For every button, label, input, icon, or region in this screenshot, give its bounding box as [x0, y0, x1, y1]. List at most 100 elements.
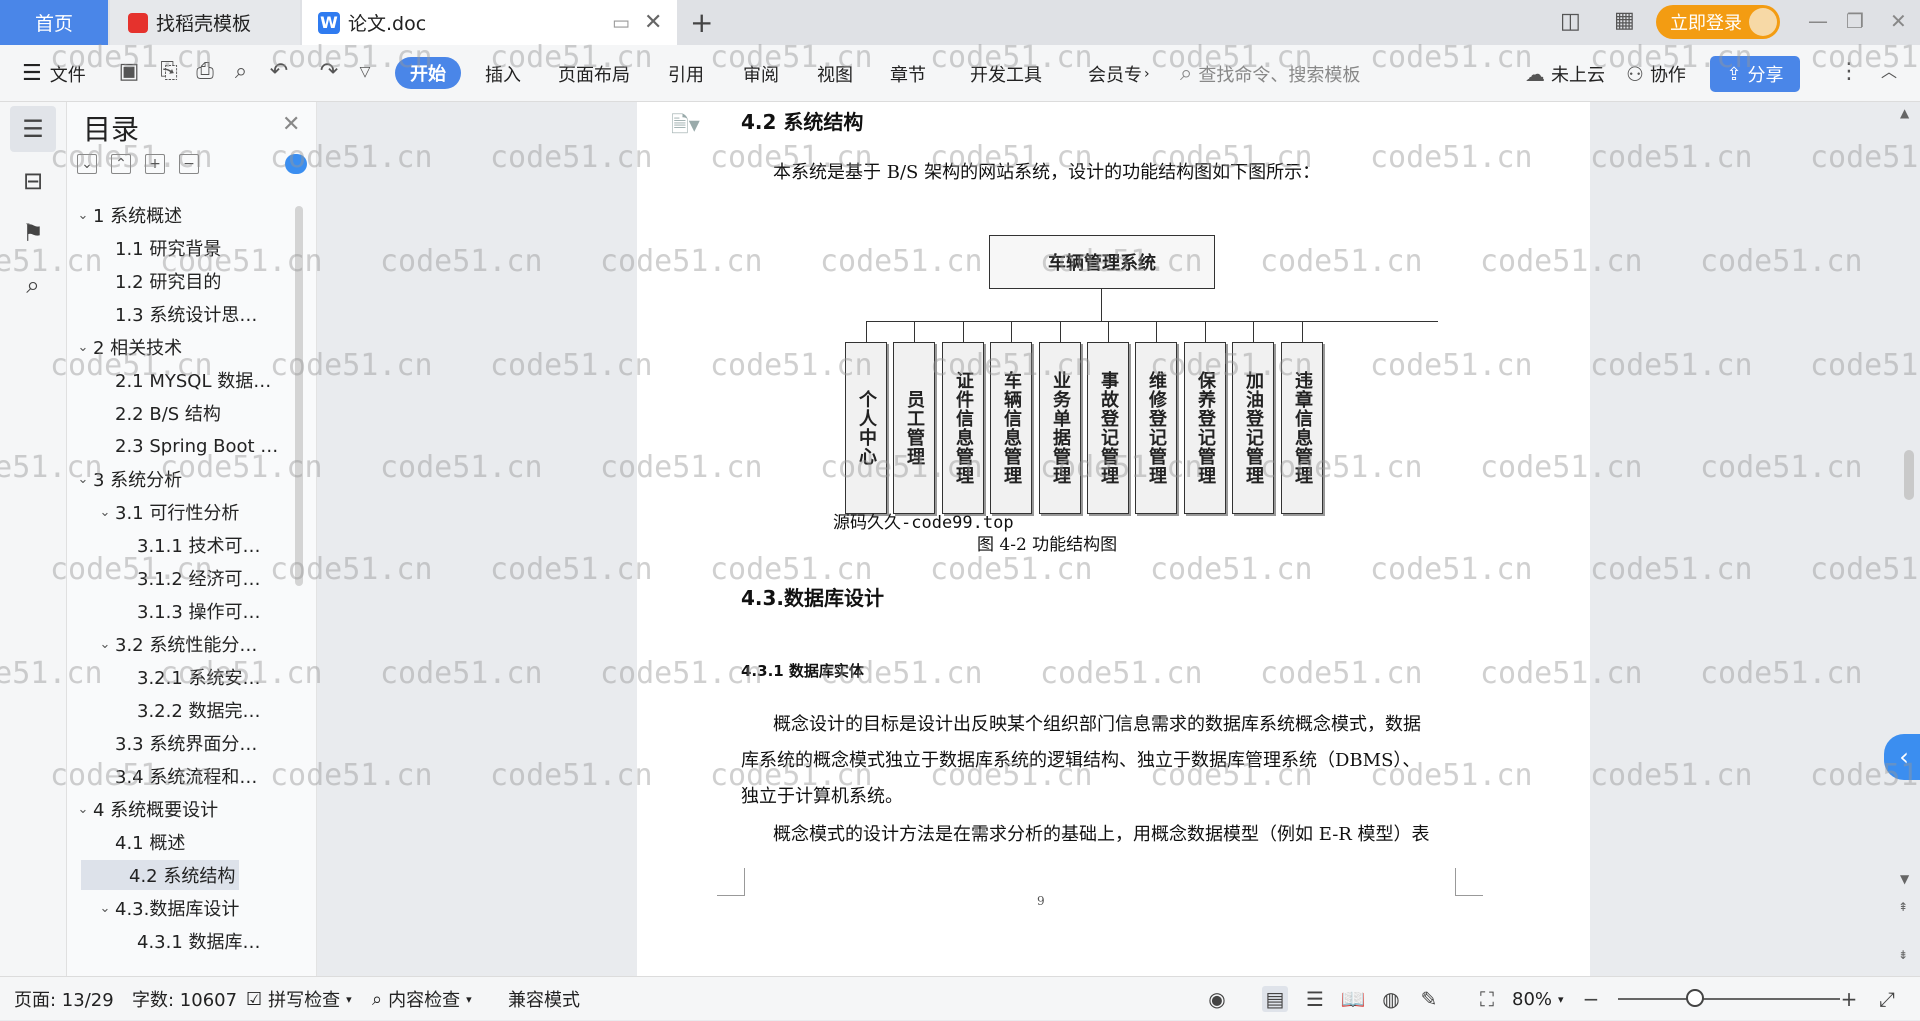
chevron-down-icon[interactable]: ⌄ [73, 208, 93, 223]
content-check-button[interactable]: ⌕ 内容检查 ▾ [372, 977, 472, 1021]
toc-item[interactable]: ⌄ 2 相关技术 [67, 332, 316, 362]
toc-item[interactable]: 4.1 概述 [67, 827, 316, 857]
toc-item[interactable]: 4.2 系统结构 [81, 860, 239, 890]
tab-chapter[interactable]: 章节 [890, 45, 926, 102]
print-preview-icon[interactable]: ⌕ [228, 59, 254, 85]
toc-item[interactable]: ⌄ 3.2 系统性能分… [67, 629, 316, 659]
spell-check-button[interactable]: ☑ 拼写检查 ▾ [246, 977, 352, 1021]
zoom-level[interactable]: 80% ▾ [1512, 977, 1564, 1021]
zoom-in-icon[interactable]: + [1836, 986, 1862, 1012]
collaborate-button[interactable]: ⚇ 协作 [1626, 45, 1686, 102]
page-indicator[interactable]: 页面: 13/29 [14, 977, 114, 1021]
close-window-icon[interactable]: ✕ [1890, 9, 1907, 33]
tab-review[interactable]: 审阅 [743, 45, 779, 102]
file-menu[interactable]: ☰ 文件 [22, 45, 86, 102]
tab-dev-tools[interactable]: 开发工具 [970, 45, 1042, 102]
toc-icon[interactable]: ☰ [10, 106, 56, 152]
toc-item[interactable]: ⌄ 3 系统分析 [67, 464, 316, 494]
add-heading-icon[interactable]: + [145, 154, 165, 174]
layout-icon[interactable]: ◫ [1560, 9, 1581, 34]
toc-item[interactable]: 3.1.3 操作可… [67, 596, 316, 626]
next-page-icon[interactable]: ⇟ [1898, 948, 1908, 962]
toc-item[interactable]: ⌄ 4 系统概要设计 [67, 794, 316, 824]
toc-item[interactable]: 2.3 Spring Boot … [67, 431, 316, 461]
zoom-out-icon[interactable]: − [1578, 986, 1604, 1012]
print-icon[interactable]: ⎙ [192, 59, 218, 85]
toc-item[interactable]: 2.1 MYSQL 数据… [67, 365, 316, 395]
scroll-up-icon[interactable]: ▲ [1900, 106, 1909, 120]
toc-item[interactable]: 3.3 系统界面分… [67, 728, 316, 758]
toc-item[interactable]: 4.3.1 数据库… [67, 926, 316, 956]
ai-assistant-icon[interactable] [285, 154, 307, 174]
eye-protection-icon[interactable]: ◉ [1204, 986, 1230, 1012]
reading-view-icon[interactable]: 📖 [1340, 986, 1366, 1012]
toc-item[interactable]: 1.1 研究背景 [67, 233, 316, 263]
redo-icon[interactable]: ↷ [316, 59, 342, 85]
navigation-icon[interactable]: ⊟ [10, 158, 56, 204]
save-icon[interactable]: ▣ [116, 59, 142, 85]
more-tabs-chevron-icon[interactable]: › [1144, 66, 1150, 82]
login-button[interactable]: 立即登录 [1656, 5, 1780, 39]
undo-icon[interactable]: ↶ [266, 59, 292, 85]
chevron-down-icon[interactable]: ⌄ [73, 802, 93, 817]
command-search[interactable]: ⌕ 查找命令、搜索模板 [1180, 45, 1360, 102]
share-button[interactable]: ⇪ 分享 [1710, 56, 1800, 92]
chevron-down-icon[interactable]: ⌄ [95, 637, 115, 652]
collapse-all-icon[interactable]: ⌃ [111, 154, 131, 174]
scroll-down-icon[interactable]: ▼ [1900, 872, 1909, 886]
toc-item[interactable]: 1.2 研究目的 [67, 266, 316, 296]
document-scrollbar[interactable] [1904, 450, 1914, 500]
remove-heading-icon[interactable]: − [179, 154, 199, 174]
toc-item[interactable]: 1.3 系统设计思… [67, 299, 316, 329]
prev-page-icon[interactable]: ⇞ [1898, 900, 1908, 914]
toc-item[interactable]: 2.2 B/S 结构 [67, 398, 316, 428]
new-tab-button[interactable]: + [690, 6, 713, 39]
outline-view-icon[interactable]: ☰ [1302, 986, 1328, 1012]
find-icon[interactable]: ⌕ [10, 262, 56, 308]
chevron-down-icon[interactable]: ⌄ [95, 505, 115, 520]
toc-item[interactable]: ⌄ 3.1 可行性分析 [67, 497, 316, 527]
word-count[interactable]: 字数: 10607 [132, 977, 237, 1021]
expand-all-icon[interactable]: ⌄ [77, 154, 97, 174]
more-options-icon[interactable]: ⋮ [1836, 59, 1862, 85]
zoom-slider[interactable] [1618, 998, 1840, 1000]
tab-insert[interactable]: 插入 [485, 45, 521, 102]
chevron-down-icon[interactable]: ⌄ [73, 472, 93, 487]
grid-icon[interactable]: ▦ [1614, 8, 1635, 33]
page-view-icon[interactable]: ▤ [1262, 986, 1288, 1012]
fullscreen-icon[interactable]: ⤢ [1874, 986, 1900, 1012]
toc-item[interactable]: 3.2.1 系统安… [67, 662, 316, 692]
quick-access-chevron-icon[interactable]: ▽ [352, 59, 378, 85]
toc-scrollbar[interactable] [295, 206, 303, 586]
close-tab-icon[interactable]: ✕ [644, 10, 662, 35]
restore-icon[interactable]: ❐ [1846, 9, 1864, 33]
tab-page-layout[interactable]: 页面布局 [558, 45, 630, 102]
tab-start[interactable]: 开始 [395, 57, 461, 89]
toc-item[interactable]: 3.2.2 数据完… [67, 695, 316, 725]
collapse-ribbon-icon[interactable]: ︿ [1876, 59, 1902, 85]
tab-member[interactable]: 会员专 › [1088, 45, 1150, 102]
export-icon[interactable]: ⎘ [156, 59, 182, 85]
web-view-icon[interactable]: ◍ [1378, 986, 1404, 1012]
chevron-down-icon[interactable]: ⌄ [73, 340, 93, 355]
cloud-status[interactable]: ☁ 未上云 [1525, 45, 1605, 102]
close-toc-icon[interactable]: ✕ [282, 112, 300, 137]
write-mode-icon[interactable]: ✎ [1416, 986, 1442, 1012]
bookmark-icon[interactable]: ⚑ [10, 210, 56, 256]
side-panel-expand-icon[interactable]: ‹ [1884, 734, 1920, 780]
tab-template[interactable]: 找稻壳模板 [110, 0, 300, 45]
minimize-icon[interactable]: — [1808, 9, 1828, 33]
monitor-icon[interactable]: ▭ [612, 12, 630, 34]
chevron-down-icon[interactable]: ⌄ [95, 901, 115, 916]
toc-item[interactable]: ⌄ 1 系统概述 [67, 200, 316, 230]
page-format-icon[interactable]: 🗎▾ [671, 108, 700, 146]
tab-view[interactable]: 视图 [817, 45, 853, 102]
zoom-slider-handle[interactable] [1686, 989, 1704, 1007]
toc-item[interactable]: 3.1.1 技术可… [67, 530, 316, 560]
toc-item[interactable]: 3.1.2 经济可… [67, 563, 316, 593]
tab-document[interactable]: W 论文.doc ▭ ✕ [302, 0, 677, 45]
tab-home[interactable]: 首页 [0, 0, 108, 45]
toc-item[interactable]: ⌄ 4.3.数据库设计 [67, 893, 316, 923]
tab-reference[interactable]: 引用 [668, 45, 704, 102]
fit-page-icon[interactable]: ⛶ [1474, 986, 1500, 1012]
